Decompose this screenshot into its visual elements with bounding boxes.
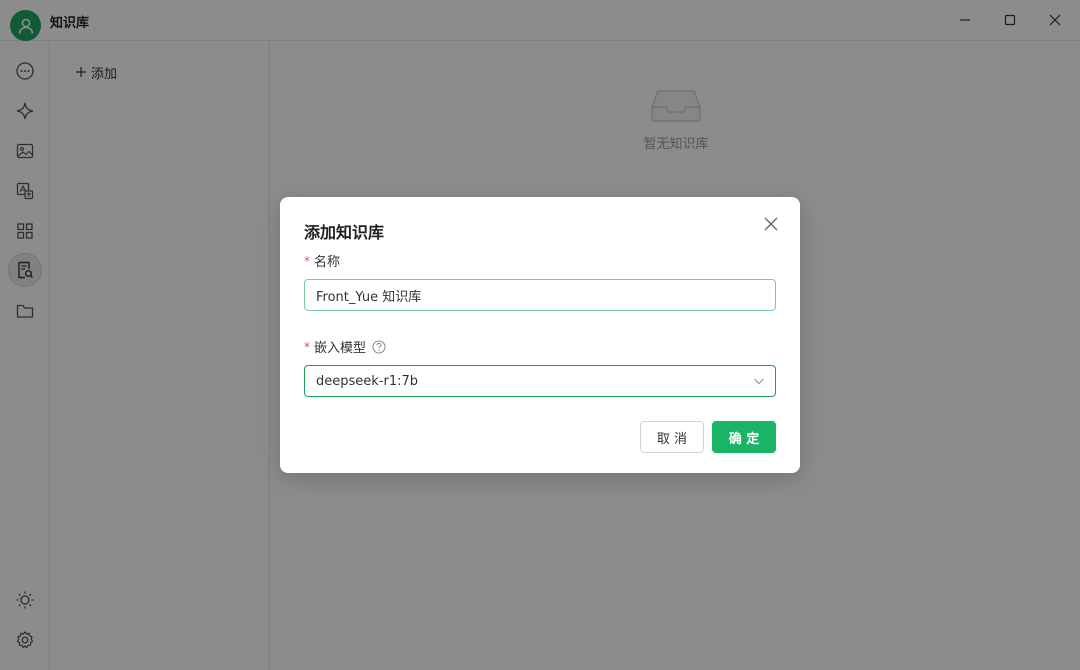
required-mark: * — [304, 253, 310, 268]
model-field-label: * 嵌入模型 — [304, 337, 386, 356]
add-knowledge-dialog: 添加知识库 * 名称 Front_Yue 知识库 * 嵌入模型 deepseek… — [280, 197, 800, 473]
chevron-down-icon — [754, 378, 764, 385]
name-input[interactable]: Front_Yue 知识库 — [304, 279, 776, 311]
name-label-text: 名称 — [314, 255, 341, 270]
app-window: 知识库 添加 暂无知识库 添加知识库 * 名称 Front_Yue 知识库 * … — [0, 0, 1080, 670]
dialog-title: 添加知识库 — [304, 223, 385, 242]
cancel-button[interactable]: 取 消 — [640, 421, 704, 453]
name-input-value: Front_Yue 知识库 — [316, 289, 422, 305]
confirm-button[interactable]: 确 定 — [712, 421, 776, 453]
model-label-text: 嵌入模型 — [314, 341, 367, 356]
embedding-model-select[interactable]: deepseek-r1:7b — [304, 365, 776, 397]
question-icon[interactable] — [372, 340, 386, 354]
dialog-close-button[interactable] — [762, 215, 780, 233]
required-mark: * — [304, 339, 310, 354]
model-select-value: deepseek-r1:7b — [316, 373, 419, 389]
close-icon — [764, 217, 778, 231]
name-field-label: * 名称 — [304, 251, 341, 271]
